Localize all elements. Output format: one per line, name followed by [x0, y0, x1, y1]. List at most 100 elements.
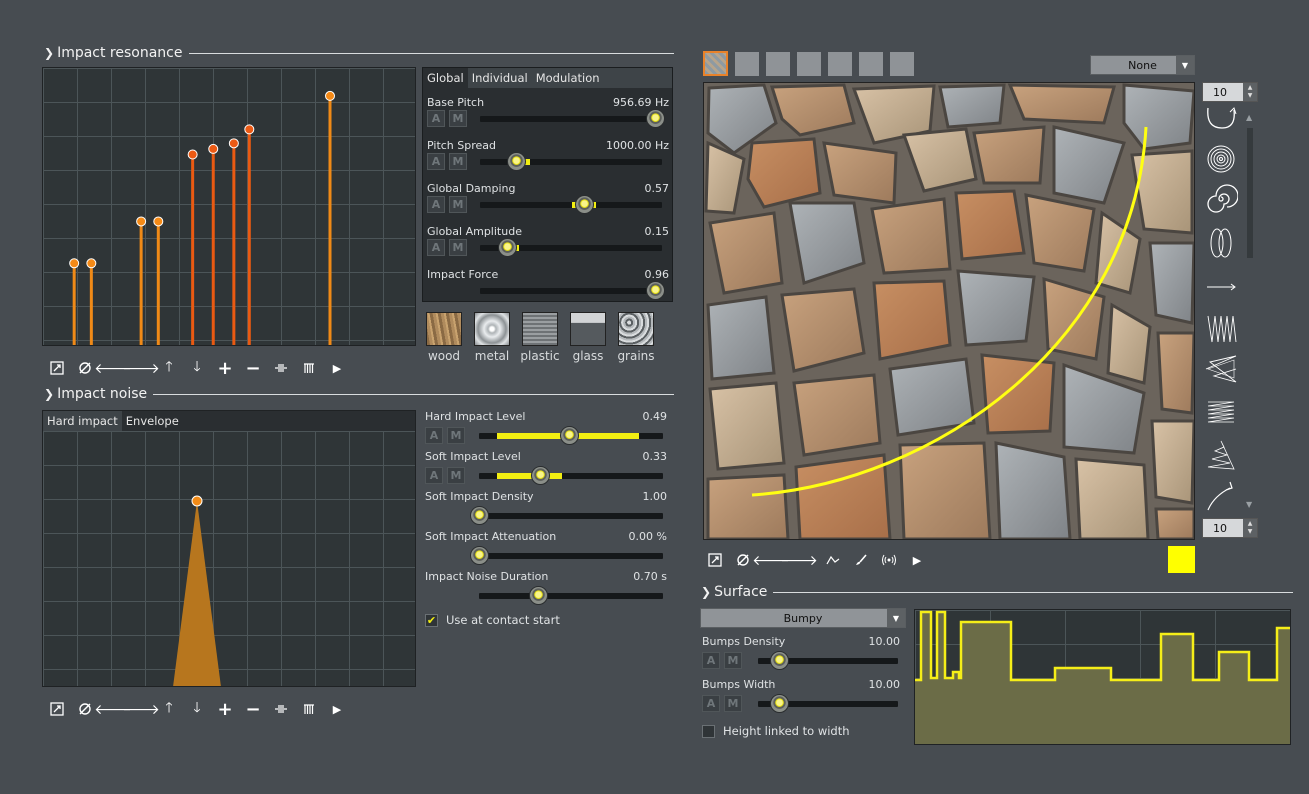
- slider-knob[interactable]: [574, 195, 594, 214]
- arrow-right-icon[interactable]: 🡒: [780, 550, 818, 570]
- noise-graph[interactable]: Hard impact Envelope: [42, 410, 416, 687]
- texture-combo[interactable]: None ▼: [1090, 55, 1195, 75]
- slider-knob[interactable]: [498, 238, 518, 257]
- resonance-graph[interactable]: [42, 67, 416, 346]
- envelope-plot[interactable]: [43, 411, 416, 687]
- spin-arrows-icon[interactable]: ▲ ▼: [1243, 83, 1257, 101]
- stroke-color-swatch[interactable]: [1168, 546, 1195, 573]
- circle-spiral-icon[interactable]: [1201, 140, 1241, 178]
- spread-icon[interactable]: [267, 699, 295, 719]
- spin-arrows-icon[interactable]: ▲ ▼: [1243, 519, 1257, 537]
- automation-button[interactable]: A: [427, 110, 445, 127]
- texture-slot[interactable]: [797, 52, 821, 76]
- tab-global[interactable]: Global: [423, 68, 468, 88]
- modulation-button[interactable]: M: [449, 153, 467, 170]
- slider-track[interactable]: [479, 586, 663, 605]
- slider-track[interactable]: [480, 195, 662, 214]
- scroll-up-icon[interactable]: ▲: [1246, 113, 1252, 122]
- material-wood[interactable]: wood: [424, 312, 464, 363]
- spin-top[interactable]: 10 ▲ ▼: [1202, 82, 1258, 102]
- slider-knob[interactable]: [528, 586, 548, 605]
- loops-icon[interactable]: [1201, 224, 1241, 262]
- slider-knob[interactable]: [645, 109, 665, 128]
- arrow-up-icon[interactable]: 🡑: [155, 358, 183, 378]
- surface-profile-graph[interactable]: [914, 609, 1291, 745]
- material-plastic[interactable]: plastic: [520, 312, 560, 363]
- slider-track[interactable]: [758, 694, 898, 713]
- texture-thumbnail-selected[interactable]: [703, 51, 728, 76]
- spin-bottom[interactable]: 10 ▲ ▼: [1202, 518, 1258, 538]
- play-icon[interactable]: ▶: [323, 699, 351, 719]
- arrow-up-icon[interactable]: 🡑: [155, 699, 183, 719]
- modulation-button[interactable]: M: [724, 695, 742, 712]
- comb-icon[interactable]: [295, 699, 323, 719]
- surface-mode-combo[interactable]: Bumpy ▼: [700, 608, 906, 628]
- fit-icon[interactable]: [43, 699, 71, 719]
- tree-zigzag-icon[interactable]: [1201, 436, 1241, 474]
- slider-track[interactable]: [470, 546, 663, 565]
- scroll-down-icon[interactable]: ▼: [1246, 500, 1252, 509]
- stroke-scrollbar[interactable]: [1247, 128, 1253, 258]
- arrow-right-icon[interactable]: 🡒: [122, 699, 160, 719]
- fit-icon[interactable]: [43, 358, 71, 378]
- slider-knob[interactable]: [470, 506, 489, 525]
- modulation-button[interactable]: M: [449, 196, 467, 213]
- slider-track[interactable]: [470, 506, 663, 525]
- modulation-button[interactable]: M: [449, 110, 467, 127]
- vibration-icon[interactable]: [875, 550, 903, 570]
- slider-knob[interactable]: [770, 651, 789, 670]
- texture-slot[interactable]: [890, 52, 914, 76]
- curve-icon[interactable]: [819, 550, 847, 570]
- play-icon[interactable]: ▶: [903, 550, 931, 570]
- slider-track[interactable]: [480, 109, 665, 128]
- arrow-down-icon[interactable]: 🡓: [183, 699, 211, 719]
- automation-button[interactable]: A: [425, 467, 443, 484]
- slider-track[interactable]: [480, 281, 665, 300]
- line-stroke-icon[interactable]: [1201, 268, 1241, 306]
- scribble-icon[interactable]: [1201, 394, 1241, 432]
- material-glass[interactable]: glass: [568, 312, 608, 363]
- slider-knob[interactable]: [470, 546, 489, 565]
- slider-knob[interactable]: [560, 426, 580, 445]
- slider-knob[interactable]: [645, 281, 665, 300]
- texture-slot[interactable]: [828, 52, 852, 76]
- slider-knob[interactable]: [507, 152, 527, 171]
- slider-knob[interactable]: [770, 694, 789, 713]
- slider-knob[interactable]: [530, 466, 550, 485]
- plus-icon[interactable]: +: [211, 358, 239, 379]
- material-grains[interactable]: grains: [616, 312, 656, 363]
- slider-track[interactable]: [758, 651, 898, 670]
- brush-icon[interactable]: [847, 550, 875, 570]
- material-metal[interactable]: metal: [472, 312, 512, 363]
- curve-arrow-icon[interactable]: [1201, 476, 1241, 514]
- modulation-button[interactable]: M: [447, 427, 465, 444]
- plus-icon[interactable]: +: [211, 699, 239, 720]
- stone-texture-canvas[interactable]: [703, 82, 1195, 540]
- slider-track[interactable]: [479, 426, 663, 445]
- height-linked-checkbox[interactable]: Height linked to width: [702, 724, 850, 738]
- arc-stroke-icon[interactable]: [1201, 102, 1241, 140]
- automation-button[interactable]: A: [427, 239, 445, 256]
- spread-icon[interactable]: [267, 358, 295, 378]
- arrow-down-icon[interactable]: 🡓: [183, 358, 211, 378]
- minus-icon[interactable]: −: [239, 699, 267, 720]
- automation-button[interactable]: A: [427, 196, 445, 213]
- slider-track[interactable]: [480, 238, 662, 257]
- fit-icon[interactable]: [701, 550, 729, 570]
- modulation-button[interactable]: M: [724, 652, 742, 669]
- play-icon[interactable]: ▶: [323, 358, 351, 378]
- zigzag-taper-icon[interactable]: [1201, 350, 1241, 388]
- texture-slot[interactable]: [766, 52, 790, 76]
- slider-track[interactable]: [480, 152, 662, 171]
- comb-icon[interactable]: [295, 358, 323, 378]
- tab-modulation[interactable]: Modulation: [532, 68, 604, 88]
- automation-button[interactable]: A: [702, 652, 720, 669]
- zigzag-block-icon[interactable]: [1201, 310, 1241, 348]
- slider-track[interactable]: [479, 466, 663, 485]
- arrow-right-icon[interactable]: 🡒: [122, 358, 160, 378]
- partials-plot[interactable]: [43, 68, 416, 346]
- modulation-button[interactable]: M: [447, 467, 465, 484]
- spiral-icon[interactable]: [1201, 180, 1241, 218]
- minus-icon[interactable]: −: [239, 358, 267, 379]
- texture-slot[interactable]: [859, 52, 883, 76]
